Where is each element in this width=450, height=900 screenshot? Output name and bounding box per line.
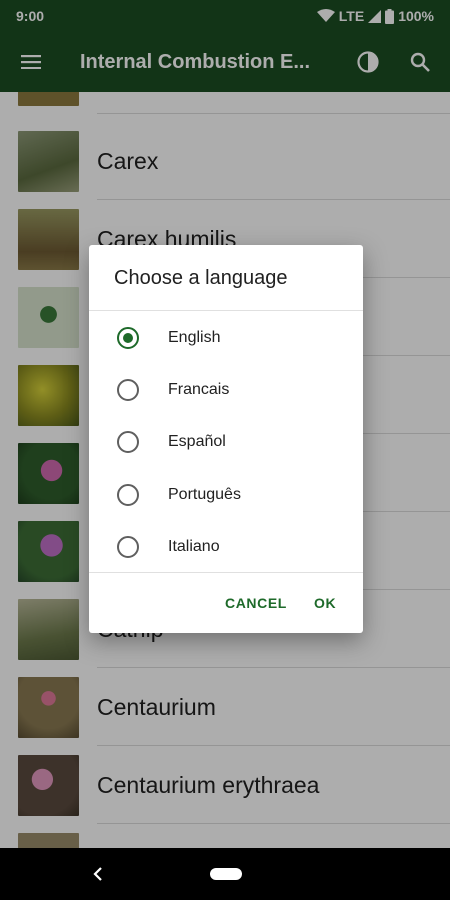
language-option-english[interactable]: English: [89, 312, 363, 364]
ok-button[interactable]: OK: [314, 590, 336, 616]
language-option-espanol[interactable]: Español: [89, 416, 363, 468]
language-label: Español: [168, 433, 226, 450]
dialog-title: Choose a language: [114, 267, 288, 289]
radio-unchecked-icon[interactable]: [117, 431, 139, 453]
radio-checked-icon[interactable]: [117, 327, 139, 349]
back-chevron-icon: [93, 867, 102, 881]
radio-unchecked-icon[interactable]: [117, 379, 139, 401]
home-pill-icon[interactable]: [210, 868, 242, 880]
dialog-divider-bottom: [89, 572, 363, 573]
language-dialog: Choose a language English Francais Españ…: [89, 245, 363, 633]
system-nav-bar: [0, 848, 450, 900]
language-label: Francais: [168, 381, 230, 398]
cancel-button[interactable]: CANCEL: [225, 590, 287, 616]
language-label: English: [168, 329, 221, 346]
language-label: Italiano: [168, 538, 220, 555]
language-label: Português: [168, 486, 241, 503]
language-option-francais[interactable]: Francais: [89, 364, 363, 416]
radio-unchecked-icon[interactable]: [117, 536, 139, 558]
back-button[interactable]: [88, 862, 108, 886]
radio-unchecked-icon[interactable]: [117, 484, 139, 506]
language-option-portugues[interactable]: Português: [89, 469, 363, 521]
dialog-divider-top: [89, 310, 363, 311]
language-option-italiano[interactable]: Italiano: [89, 521, 363, 573]
